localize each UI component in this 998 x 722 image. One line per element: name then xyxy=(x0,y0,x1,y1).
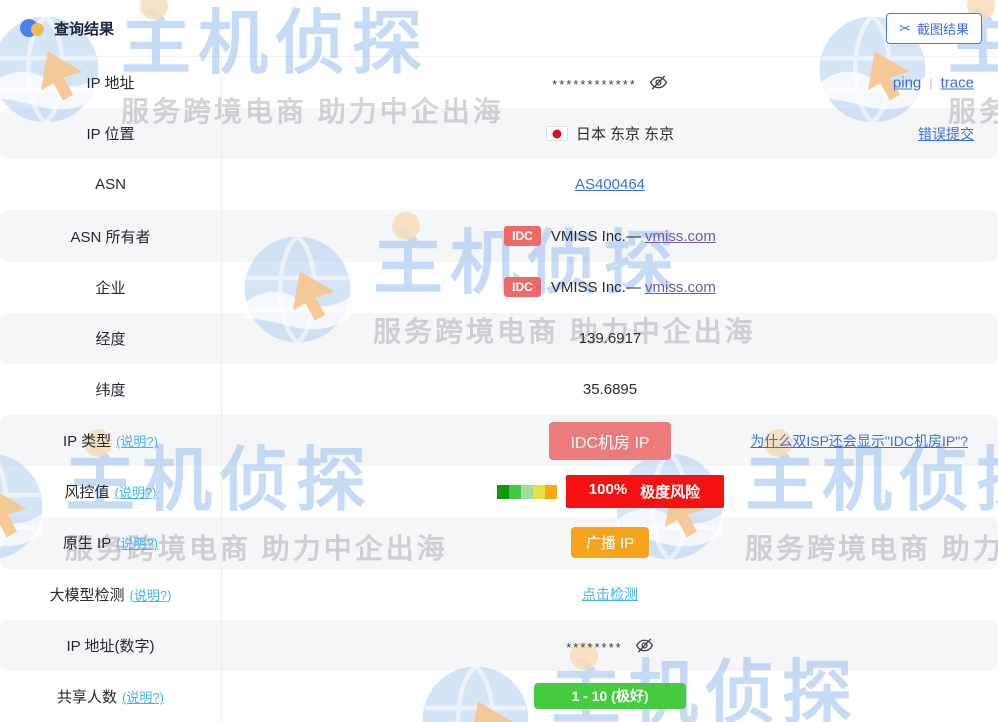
page-title: 查询结果 xyxy=(54,18,114,39)
eye-slash-icon[interactable] xyxy=(649,73,668,92)
eye-slash-icon[interactable] xyxy=(635,636,654,655)
why-dual-isp-link[interactable]: 为什么双ISP还会显示"IDC机房IP"? xyxy=(750,431,968,451)
ip-lookup-result-panel: 主机侦探 服务跨境电商 助力中企出海 主机侦探 服务跨境电商 助力中企出海 xyxy=(0,0,998,722)
row-label: 企业 xyxy=(95,277,125,298)
risk-bar-segment xyxy=(509,485,521,499)
vmiss-link[interactable]: vmiss.com xyxy=(645,279,716,296)
shared-users-help-link[interactable]: (说明?) xyxy=(122,687,164,706)
screenshot-result-button[interactable]: ✂ 截图结果 xyxy=(886,13,982,44)
row-label: 经度 xyxy=(95,328,125,349)
table-row-ip-type: IP 类型 (说明?) IDC机房 IP 为什么双ISP还会显示"IDC机房IP… xyxy=(0,415,998,466)
row-label: ASN 所有者 xyxy=(70,226,150,247)
masked-ip-numeric-value: ******** xyxy=(566,636,622,655)
table-row-longitude: 经度 139.6917 xyxy=(0,313,998,364)
table-row-risk-score: 风控值 (说明?) 100% 极度风险 xyxy=(0,466,998,517)
idc-datacenter-ip-badge: IDC机房 IP xyxy=(549,422,670,460)
screenshot-button-label: 截图结果 xyxy=(917,19,969,38)
table-row-llm-detection: 大模型检测 (说明?) 点击检测 xyxy=(0,569,998,620)
risk-level-badge: 100% 极度风险 xyxy=(566,475,724,508)
broadcast-ip-badge: 广播 IP xyxy=(571,527,649,558)
row-label: IP 类型 xyxy=(63,430,111,451)
asn-link[interactable]: AS400464 xyxy=(575,176,645,193)
masked-ip-value: ************ xyxy=(552,73,637,92)
risk-bar-segment xyxy=(533,485,545,499)
ip-type-help-link[interactable]: (说明?) xyxy=(116,431,158,450)
latitude-value: 35.6895 xyxy=(583,381,637,398)
panel-header: 查询结果 ✂ 截图结果 xyxy=(0,0,998,56)
table-row-native-ip: 原生 IP (说明?) 广播 IP xyxy=(0,517,998,568)
link-separator: | xyxy=(929,75,932,90)
risk-help-link[interactable]: (说明?) xyxy=(115,482,157,501)
table-row-ip-address: IP 地址 ************ ping | trace xyxy=(0,57,998,108)
table-row-asn: ASN AS400464 xyxy=(0,159,998,210)
idc-badge: IDC xyxy=(504,226,541,246)
vmiss-link[interactable]: vmiss.com xyxy=(645,228,716,245)
japan-flag-icon xyxy=(546,126,568,141)
enterprise-value: VMISS Inc.— xyxy=(551,279,641,296)
table-row-shared-users: 共享人数 (说明?) 1 - 10 (极好) xyxy=(0,671,998,722)
native-ip-help-link[interactable]: (说明?) xyxy=(116,533,158,552)
longitude-value: 139.6917 xyxy=(579,330,642,347)
row-label: IP 地址 xyxy=(86,72,134,93)
row-label: 大模型检测 xyxy=(50,584,125,605)
app-logo-icon xyxy=(20,17,44,39)
risk-bar-segment xyxy=(497,485,509,499)
risk-bar-segment xyxy=(521,485,533,499)
row-label: 原生 IP xyxy=(63,532,111,553)
row-label: ASN xyxy=(95,176,126,193)
shared-users-badge: 1 - 10 (极好) xyxy=(534,683,686,709)
row-label: 共享人数 xyxy=(57,686,117,707)
table-row-ip-location: IP 位置 日本 东京 东京 错误提交 xyxy=(0,108,998,159)
idc-badge: IDC xyxy=(504,277,541,297)
risk-level-label: 极度风险 xyxy=(640,481,700,502)
row-label: 风控值 xyxy=(65,481,110,502)
result-table: IP 地址 ************ ping | trace xyxy=(0,56,998,722)
row-label: IP 地址(数字) xyxy=(66,635,154,656)
row-label: IP 位置 xyxy=(86,123,134,144)
ip-location-value: 日本 东京 东京 xyxy=(576,123,674,144)
ping-link[interactable]: ping xyxy=(893,74,921,91)
table-row-asn-owner: ASN 所有者 IDC VMISS Inc.— vmiss.com xyxy=(0,210,998,261)
risk-bar xyxy=(497,485,557,499)
risk-percent: 100% xyxy=(589,481,627,502)
risk-bar-segment xyxy=(545,485,557,499)
row-label: 纬度 xyxy=(95,379,125,400)
asn-owner-value: VMISS Inc.— xyxy=(551,228,641,245)
table-row-ip-address-numeric: IP 地址(数字) ******** xyxy=(0,620,998,671)
click-to-detect-link[interactable]: 点击检测 xyxy=(582,584,638,604)
table-row-latitude: 纬度 35.6895 xyxy=(0,364,998,415)
scissors-icon: ✂ xyxy=(899,21,911,35)
table-row-enterprise: 企业 IDC VMISS Inc.— vmiss.com xyxy=(0,262,998,313)
error-submit-link[interactable]: 错误提交 xyxy=(918,124,974,144)
llm-help-link[interactable]: (说明?) xyxy=(130,585,172,604)
trace-link[interactable]: trace xyxy=(941,74,974,91)
